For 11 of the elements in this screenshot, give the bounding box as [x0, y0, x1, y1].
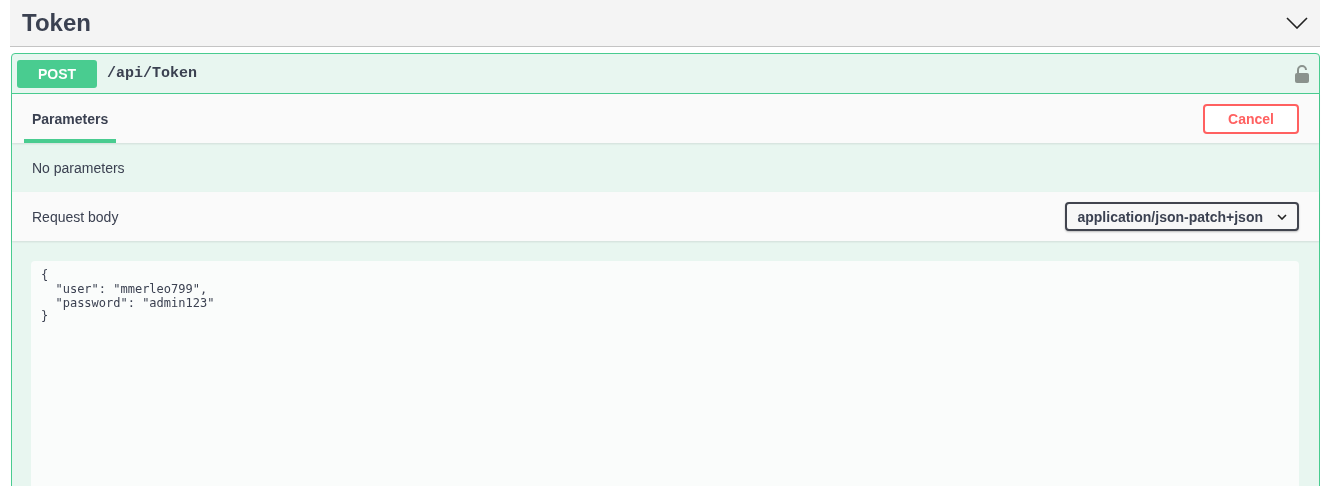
- lock-icon[interactable]: [1294, 64, 1310, 83]
- section-title: Token: [22, 9, 91, 37]
- request-body-editor[interactable]: { "user": "mmerleo799", "password": "admin123" }: [31, 261, 1299, 486]
- endpoint-path: /api/Token: [107, 65, 198, 82]
- chevron-icon[interactable]: [1286, 17, 1308, 29]
- parameters-tab[interactable]: Parameters: [24, 94, 117, 143]
- request-body-label: Request body: [32, 208, 119, 225]
- caret-icon: [1277, 213, 1287, 220]
- no-parameters-text: No parameters: [32, 159, 125, 176]
- method-badge: POST: [17, 59, 97, 88]
- content-type-dropdown[interactable]: application/json-patch+json: [1065, 202, 1299, 231]
